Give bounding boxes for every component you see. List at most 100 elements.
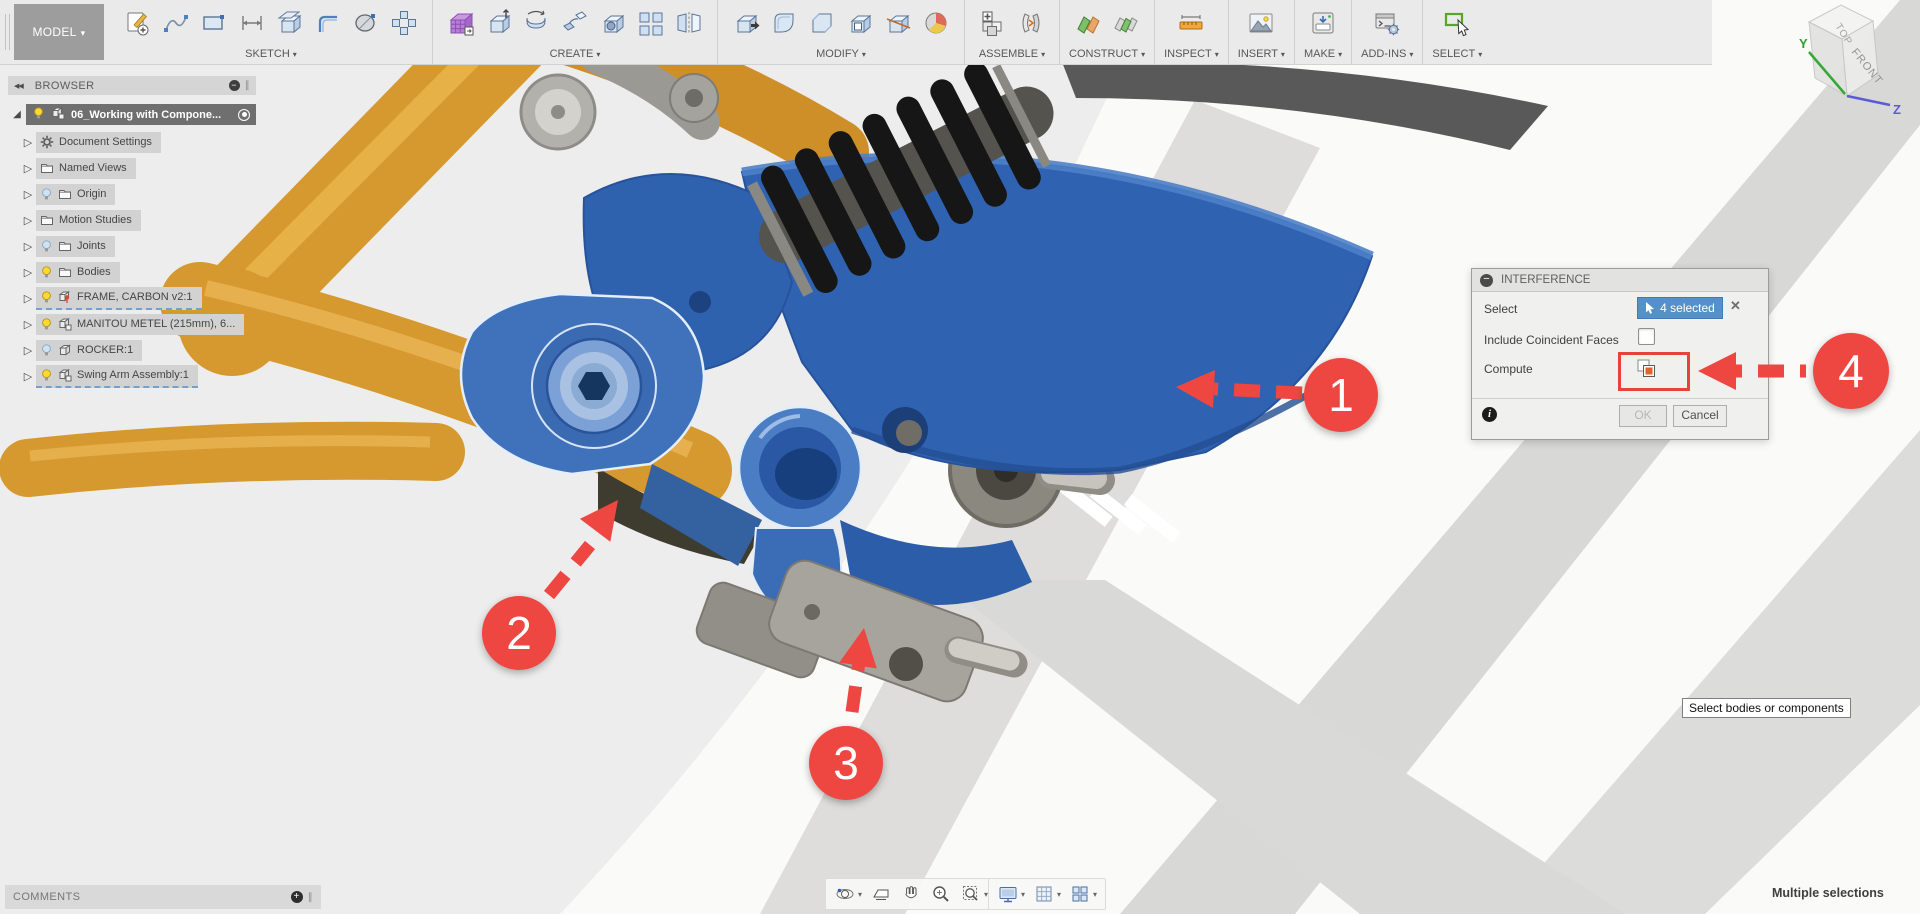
toolbar-menu-add-ins[interactable]: ADD-INS: [1361, 48, 1413, 62]
browser-root-row[interactable]: ◢ 06_Working with Compone...: [8, 104, 256, 125]
insert-image-icon[interactable]: [1242, 4, 1280, 42]
browser-item-document-settings[interactable]: ▷Document Settings: [8, 129, 256, 155]
expand-arrow-icon[interactable]: ▷: [20, 162, 36, 175]
expand-arrow-icon[interactable]: ▷: [20, 318, 36, 331]
toolbar-menu-construct[interactable]: CONSTRUCT: [1069, 48, 1145, 62]
browser-options-icon[interactable]: −: [229, 80, 240, 91]
expand-arrow-icon[interactable]: ▷: [20, 266, 36, 279]
add-comment-icon[interactable]: +: [291, 891, 303, 903]
toolbar-menu-select[interactable]: SELECT: [1432, 48, 1482, 62]
hole-icon[interactable]: [594, 4, 632, 42]
scripts-addins-icon[interactable]: [1368, 4, 1406, 42]
zoom-button[interactable]: [927, 881, 955, 907]
toolbar-menu-sketch[interactable]: SKETCH: [245, 48, 297, 62]
browser-item-rocker-1[interactable]: ▷ROCKER:1: [8, 337, 256, 363]
chevron-down-icon[interactable]: ▾: [858, 890, 862, 899]
dialog-header[interactable]: − INTERFERENCE: [1472, 269, 1768, 292]
viewport-canvas[interactable]: [0, 0, 1920, 914]
mirror-icon[interactable]: [670, 4, 708, 42]
activate-component-radio[interactable]: [238, 109, 250, 121]
spline-icon[interactable]: [157, 4, 195, 42]
browser-item-origin[interactable]: ▷Origin: [8, 181, 256, 207]
toolbar-menu-modify[interactable]: MODIFY: [816, 48, 866, 62]
grid-settings-button[interactable]: ▾: [1030, 881, 1064, 907]
visibility-bulb-icon[interactable]: [40, 187, 53, 201]
browser-item-swing-arm-assembly-1[interactable]: ▷Swing Arm Assembly:1: [8, 363, 256, 389]
extrude-icon[interactable]: [480, 4, 518, 42]
browser-item-frame-carbon-v2-1[interactable]: ▷FRAME, CARBON v2:1: [8, 285, 256, 311]
toolbar-menu-assemble[interactable]: ASSEMBLE: [979, 48, 1045, 62]
sketch-dimension-icon[interactable]: [233, 4, 271, 42]
press-pull-icon[interactable]: [727, 4, 765, 42]
collapse-arrow-icon[interactable]: ◢: [8, 109, 26, 120]
ok-button[interactable]: OK: [1619, 405, 1667, 427]
browser-item-manitou-metel-215mm-6[interactable]: ▷MANITOU METEL (215mm), 6...: [8, 311, 256, 337]
visibility-bulb-icon[interactable]: [40, 239, 53, 253]
fillet-icon[interactable]: [765, 4, 803, 42]
measure-icon[interactable]: [1172, 4, 1210, 42]
workspace-switcher[interactable]: MODEL: [14, 4, 104, 60]
rectangle-icon[interactable]: [195, 4, 233, 42]
browser-resize-handle[interactable]: ∥: [245, 80, 250, 91]
browser-item-named-views[interactable]: ▷Named Views: [8, 155, 256, 181]
rocker-body[interactable]: [461, 294, 704, 474]
browser-item-motion-studies[interactable]: ▷Motion Studies: [8, 207, 256, 233]
comments-resize-handle[interactable]: ∥: [308, 892, 313, 903]
view-cube[interactable]: TOP FRONT Y Z: [1793, 4, 1920, 149]
visibility-bulb-icon[interactable]: [40, 290, 53, 304]
look-at-button[interactable]: [867, 881, 895, 907]
expand-arrow-icon[interactable]: ▷: [20, 292, 36, 305]
browser-item-joints[interactable]: ▷Joints: [8, 233, 256, 259]
expand-arrow-icon[interactable]: ▷: [20, 240, 36, 253]
chamfer-icon[interactable]: [803, 4, 841, 42]
toolbar-menu-inspect[interactable]: INSPECT: [1164, 48, 1219, 62]
toolbar-menu-insert[interactable]: INSERT: [1238, 48, 1285, 62]
new-component-icon[interactable]: [974, 4, 1012, 42]
visibility-bulb-icon[interactable]: [32, 106, 45, 120]
selection-button[interactable]: 4 selected: [1637, 297, 1723, 319]
include-coincident-checkbox[interactable]: [1638, 328, 1655, 345]
select-window-icon[interactable]: [1438, 4, 1476, 42]
visibility-bulb-icon[interactable]: [40, 265, 53, 279]
pivot-boss[interactable]: [739, 407, 861, 529]
browser-header[interactable]: ◀◀ BROWSER − ∥: [8, 76, 256, 95]
toolbar-drag-handle[interactable]: [5, 14, 10, 50]
info-icon[interactable]: i: [1482, 407, 1497, 422]
move-sketch-icon[interactable]: [385, 4, 423, 42]
chevron-down-icon[interactable]: ▾: [1021, 890, 1025, 899]
pattern-icon[interactable]: [632, 4, 670, 42]
circle-icon[interactable]: [347, 4, 385, 42]
cancel-button[interactable]: Cancel: [1673, 405, 1727, 427]
split-icon[interactable]: [879, 4, 917, 42]
clear-selection-icon[interactable]: ✕: [1730, 298, 1741, 314]
chevron-down-icon[interactable]: ▾: [1057, 890, 1061, 899]
orbit-button[interactable]: ▾: [831, 881, 865, 907]
comments-panel[interactable]: COMMENTS + ∥: [5, 885, 321, 909]
collapse-panel-icon[interactable]: ◀◀: [14, 82, 23, 90]
visibility-bulb-icon[interactable]: [32, 106, 45, 123]
create-form-icon[interactable]: [442, 4, 480, 42]
3d-print-icon[interactable]: [1304, 4, 1342, 42]
expand-arrow-icon[interactable]: ▷: [20, 214, 36, 227]
browser-item-bodies[interactable]: ▷Bodies: [8, 259, 256, 285]
toolbar-menu-create[interactable]: CREATE: [550, 48, 601, 62]
shell-icon[interactable]: [841, 4, 879, 42]
visibility-bulb-icon[interactable]: [40, 317, 53, 331]
sweep-icon[interactable]: [556, 4, 594, 42]
window-zoom-button[interactable]: ▾: [957, 881, 991, 907]
sketch-fillet-icon[interactable]: [309, 4, 347, 42]
visibility-bulb-icon[interactable]: [40, 343, 53, 357]
expand-arrow-icon[interactable]: ▷: [20, 344, 36, 357]
display-settings-button[interactable]: ▾: [994, 881, 1028, 907]
dialog-collapse-icon[interactable]: −: [1480, 274, 1493, 287]
pivot-cap[interactable]: [521, 75, 595, 149]
midplane-icon[interactable]: [1107, 4, 1145, 42]
appearance-icon[interactable]: [917, 4, 955, 42]
joint-icon[interactable]: [1012, 4, 1050, 42]
visibility-bulb-icon[interactable]: [40, 368, 53, 382]
viewports-button[interactable]: ▾: [1066, 881, 1100, 907]
toolbar-menu-make[interactable]: MAKE: [1304, 48, 1342, 62]
pan-button[interactable]: [897, 881, 925, 907]
project-icon[interactable]: [271, 4, 309, 42]
revolve-icon[interactable]: [518, 4, 556, 42]
